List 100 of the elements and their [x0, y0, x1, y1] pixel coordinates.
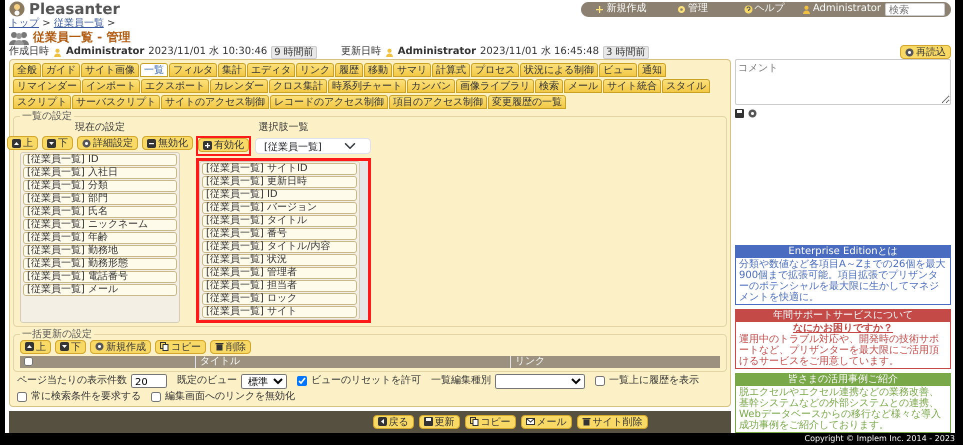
toolbar-button[interactable]: 新規作成 — [90, 340, 151, 354]
list-item[interactable]: [従業員一覧] 分類 — [23, 180, 177, 192]
down-arrow-icon — [47, 138, 56, 148]
reload-button[interactable]: 再読込 — [900, 45, 951, 59]
search-field[interactable]: 検索 — [885, 2, 945, 16]
toolbar-button[interactable]: 詳細設定 — [77, 136, 138, 150]
list-item[interactable]: [従業員一覧] ニックネーム — [23, 219, 177, 231]
list-item[interactable]: [従業員一覧] 電話番号 — [23, 271, 177, 283]
tab[interactable]: 計算式 — [432, 63, 470, 77]
footer-button[interactable]: 戻る — [372, 414, 414, 428]
comment-field[interactable]: コメント — [735, 59, 951, 105]
tab[interactable]: レコードのアクセス制御 — [270, 95, 388, 109]
scrollbar[interactable] — [360, 160, 368, 320]
trash-icon — [582, 417, 590, 426]
ad-title[interactable]: 年間サポートサービスについて — [735, 308, 951, 322]
list-item[interactable]: [従業員一覧] 担当者 — [202, 280, 357, 292]
tab[interactable]: サイト統合 — [603, 79, 661, 93]
footer-button[interactable]: サイト削除 — [576, 414, 648, 428]
toolbar-button[interactable]: 下 — [55, 340, 86, 354]
tab[interactable]: ビュー — [599, 63, 637, 77]
select-all-checkbox[interactable] — [24, 357, 33, 366]
option-checkbox[interactable] — [595, 376, 605, 386]
list-item[interactable]: [従業員一覧] ロック — [202, 292, 357, 304]
nav-link[interactable]: ヘルプ — [730, 3, 798, 15]
tab[interactable]: 集計 — [218, 63, 246, 77]
tab[interactable]: ガイド — [42, 63, 80, 77]
tab[interactable]: カレンダー — [210, 79, 268, 93]
breadcrumb-link[interactable]: トップ — [9, 18, 39, 29]
tab[interactable]: クロス集計 — [269, 79, 327, 93]
list-item[interactable]: [従業員一覧] ID — [202, 188, 357, 200]
tab[interactable]: フィルタ — [169, 63, 217, 77]
tab[interactable]: エクスポート — [141, 79, 209, 93]
list-item[interactable]: [従業員一覧] 勤務形態 — [23, 258, 177, 270]
ad-text: 分類や数値など各項目A～Zまでの26個を最大900個まで拡張可能。項目拡張でプリザンターのポテンシャルを最大限に生かしてマネジメントを快適に。 — [739, 258, 946, 302]
tab[interactable]: メール — [564, 79, 602, 93]
number-field[interactable]: 20 — [131, 374, 167, 388]
footer-button[interactable]: メール — [520, 414, 572, 428]
tab[interactable]: プロセス — [471, 63, 519, 77]
list-item[interactable]: [従業員一覧] 勤務地 — [23, 245, 177, 257]
list-item[interactable]: [従業員一覧] 番号 — [202, 228, 357, 240]
tab[interactable]: スクリプト — [13, 95, 71, 109]
tab[interactable]: 履歴 — [335, 63, 363, 77]
option-select[interactable] — [495, 374, 585, 388]
list-item[interactable]: [従業員一覧] 管理者 — [202, 266, 357, 278]
user-icon — [53, 48, 62, 56]
tab[interactable]: 通知 — [638, 63, 666, 77]
tab[interactable]: 画像ライブラリ — [456, 79, 534, 93]
tab[interactable]: サイト画像 — [81, 63, 139, 77]
toolbar-button[interactable]: 無効化 — [142, 136, 193, 150]
toolbar-button[interactable]: コピー — [155, 340, 206, 354]
option-checkbox[interactable] — [297, 376, 307, 386]
footer-button[interactable]: 更新 — [418, 414, 460, 428]
tab[interactable]: リマインダー — [13, 79, 81, 93]
tab[interactable]: サーバスクリプト — [72, 95, 160, 109]
tab[interactable]: 項目のアクセス制御 — [389, 95, 487, 109]
option-checkbox[interactable] — [17, 392, 27, 402]
list-item[interactable]: [従業員一覧] 年齢 — [23, 232, 177, 244]
tab[interactable]: 検索 — [535, 79, 563, 93]
list-item[interactable]: [従業員一覧] 部門 — [23, 193, 177, 205]
footer-button[interactable]: コピー — [464, 414, 516, 428]
nav-link[interactable]: Administrator — [802, 3, 881, 15]
tab[interactable]: 状況による制御 — [520, 63, 598, 77]
tab[interactable]: インポート — [82, 79, 140, 93]
tab[interactable]: 変更履歴の一覧 — [488, 95, 566, 109]
filter-select[interactable]: [従業員一覧] — [255, 138, 371, 154]
toolbar-button[interactable]: 下 — [42, 136, 73, 150]
toolbar-button[interactable]: 上 — [7, 136, 38, 150]
tab[interactable]: リンク — [296, 63, 334, 77]
enable-button[interactable]: 有効化 — [198, 138, 249, 152]
list-item[interactable]: [従業員一覧] 更新日時 — [202, 176, 357, 188]
list-item[interactable]: [従業員一覧] サイトID — [202, 162, 357, 174]
nav-link[interactable]: 管理 — [658, 3, 726, 15]
list-item[interactable]: [従業員一覧] 氏名 — [23, 206, 177, 218]
breadcrumb-link[interactable]: 従業員一覧 — [54, 18, 104, 29]
ad-text: 運用中のトラブル対応や、開発時の技術サポートなど、プリザンターを最大限にご活用頂けるサービスをご用意しています。 — [739, 334, 940, 366]
option-label: 常に検索条件を要求する — [31, 390, 141, 402]
list-item[interactable]: [従業員一覧] 入社日 — [23, 167, 177, 179]
list-item[interactable]: [従業員一覧] タイトル — [202, 214, 357, 226]
list-item[interactable]: [従業員一覧] バージョン — [202, 202, 357, 214]
mail-icon — [526, 417, 534, 426]
tab[interactable]: サマリ — [393, 63, 431, 77]
tab[interactable]: 時系列チャート — [328, 79, 406, 93]
tab[interactable]: サイトのアクセス制御 — [161, 95, 269, 109]
tab[interactable]: 移動 — [364, 63, 392, 77]
toolbar-button[interactable]: 削除 — [210, 340, 251, 354]
list-item[interactable]: [従業員一覧] メール — [23, 284, 177, 296]
list-item[interactable]: [従業員一覧] サイト — [202, 306, 357, 318]
tab[interactable]: 全般 — [13, 63, 41, 77]
tab[interactable]: カンバン — [407, 79, 455, 93]
tab[interactable]: スタイル — [662, 79, 710, 93]
list-item[interactable]: [従業員一覧] 状況 — [202, 254, 357, 266]
tab[interactable]: 一覧 — [140, 63, 168, 77]
list-item[interactable]: [従業員一覧] ID — [23, 154, 177, 166]
option-checkbox[interactable] — [151, 392, 161, 402]
option-select[interactable]: 標準 — [241, 374, 287, 388]
nav-link[interactable]: 新規作成 — [587, 3, 655, 15]
toolbar-button[interactable]: 上 — [20, 340, 51, 354]
list-item[interactable]: [従業員一覧] タイトル/内容 — [202, 240, 357, 252]
tab[interactable]: エディタ — [247, 63, 295, 77]
ad-title[interactable]: Enterprise Editionとは — [735, 244, 951, 258]
